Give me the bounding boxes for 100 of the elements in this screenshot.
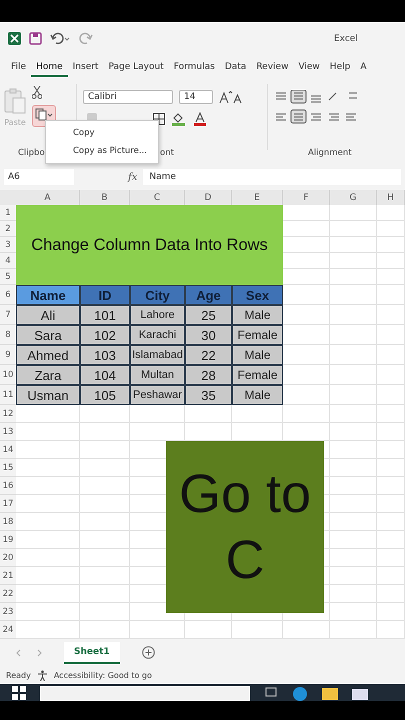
undo-icon[interactable] bbox=[50, 32, 70, 45]
ribbon-tab[interactable]: Page Layout bbox=[103, 58, 169, 76]
task-view-icon[interactable] bbox=[264, 686, 278, 698]
table-cell: Islamabad bbox=[130, 345, 185, 365]
ribbon-tab[interactable]: Help bbox=[324, 58, 356, 76]
clipboard-icon[interactable] bbox=[4, 88, 26, 114]
ribbon-tab[interactable]: Data bbox=[220, 58, 252, 76]
group-label: Clipbo bbox=[18, 148, 45, 158]
table-cell: Female bbox=[232, 365, 283, 385]
sheet-tab[interactable]: Sheet1 bbox=[64, 642, 120, 664]
row-header[interactable]: 21 bbox=[0, 567, 16, 585]
sheet-title: Change Column Data Into Rows bbox=[31, 236, 268, 254]
row-header[interactable]: 3 bbox=[0, 237, 16, 253]
table-cell: 25 bbox=[185, 305, 232, 325]
row-header[interactable]: 23 bbox=[0, 603, 16, 621]
row-header[interactable]: 24 bbox=[0, 621, 16, 639]
group-label: ont bbox=[160, 148, 174, 158]
column-header[interactable]: G bbox=[330, 190, 377, 205]
column-header[interactable]: E bbox=[232, 190, 283, 205]
formula-field[interactable]: Name bbox=[143, 169, 401, 185]
column-header[interactable]: F bbox=[283, 190, 330, 205]
column-header[interactable]: B bbox=[80, 190, 130, 205]
borders-icon[interactable] bbox=[153, 113, 165, 125]
accessibility-status[interactable]: Accessibility: Good to go bbox=[54, 670, 152, 680]
excel-logo-icon bbox=[8, 32, 21, 45]
ribbon-tab[interactable]: Review bbox=[251, 58, 294, 76]
row-header[interactable]: 7 bbox=[0, 305, 16, 325]
ribbon-tab[interactable]: A bbox=[355, 58, 372, 76]
row-header[interactable]: 13 bbox=[0, 423, 16, 441]
table-cell: Zara bbox=[16, 365, 80, 385]
row-header[interactable]: 22 bbox=[0, 585, 16, 603]
row-header[interactable]: 18 bbox=[0, 513, 16, 531]
row-header[interactable]: 14 bbox=[0, 441, 16, 459]
row-header[interactable]: 12 bbox=[0, 405, 16, 423]
name-box[interactable]: A6 bbox=[4, 169, 74, 185]
menu-item[interactable]: Copy as Picture... bbox=[46, 142, 158, 160]
table-cell: Sara bbox=[16, 325, 80, 345]
row-header[interactable]: 4 bbox=[0, 253, 16, 269]
table-cell: 30 bbox=[185, 325, 232, 345]
table-cell: 28 bbox=[185, 365, 232, 385]
table-cell: 101 bbox=[80, 305, 130, 325]
caption-text: Go to bbox=[178, 462, 312, 525]
folder-icon[interactable] bbox=[322, 686, 338, 700]
add-sheet-icon[interactable] bbox=[142, 646, 155, 659]
browser-icon[interactable] bbox=[292, 686, 308, 701]
row-header[interactable]: 5 bbox=[0, 269, 16, 285]
table-cell: Multan bbox=[130, 365, 185, 385]
status-text: Ready bbox=[6, 670, 31, 680]
row-header[interactable]: 2 bbox=[0, 221, 16, 237]
row-header[interactable]: 9 bbox=[0, 345, 16, 365]
table-cell: Ahmed bbox=[16, 345, 80, 365]
column-header[interactable]: D bbox=[185, 190, 232, 205]
fill-color-icon[interactable] bbox=[171, 112, 187, 126]
ribbon-tab[interactable]: Insert bbox=[68, 58, 104, 76]
font-color-icon[interactable] bbox=[193, 112, 207, 126]
table-cell: Usman bbox=[16, 385, 80, 405]
app-title: Excel bbox=[334, 34, 358, 44]
table-cell: 105 bbox=[80, 385, 130, 405]
row-header[interactable]: 1 bbox=[0, 205, 16, 221]
save-icon[interactable] bbox=[29, 32, 42, 45]
column-header[interactable]: C bbox=[130, 190, 185, 205]
menu-item[interactable]: Copy bbox=[46, 124, 158, 142]
table-cell: Female bbox=[232, 325, 283, 345]
row-header[interactable]: 10 bbox=[0, 365, 16, 385]
insert-function-button[interactable]: fx bbox=[128, 172, 138, 182]
row-header[interactable]: 16 bbox=[0, 477, 16, 495]
font-name-field[interactable]: Calibri bbox=[83, 90, 173, 104]
row-header[interactable]: 17 bbox=[0, 495, 16, 513]
ribbon-tab[interactable]: Formulas bbox=[168, 58, 220, 76]
table-cell: Male bbox=[232, 385, 283, 405]
accessibility-icon[interactable] bbox=[36, 670, 48, 680]
font-size-field[interactable]: 14 bbox=[179, 90, 213, 104]
column-header[interactable]: H bbox=[377, 190, 405, 205]
windows-start-icon[interactable] bbox=[12, 686, 26, 700]
taskbar-search-field[interactable] bbox=[40, 686, 250, 701]
group-label: Alignment bbox=[308, 148, 352, 158]
row-header[interactable]: 11 bbox=[0, 385, 16, 405]
table-cell: 104 bbox=[80, 365, 130, 385]
ribbon-tab[interactable]: File bbox=[6, 58, 32, 76]
scissors-icon[interactable] bbox=[32, 86, 42, 99]
table-cell: Peshawar bbox=[130, 385, 185, 405]
row-header[interactable]: 20 bbox=[0, 549, 16, 567]
ribbon-tab[interactable]: View bbox=[293, 58, 325, 76]
table-cell: Male bbox=[232, 305, 283, 325]
caption-text: C bbox=[226, 529, 264, 592]
table-header-cell[interactable]: Name bbox=[16, 285, 80, 305]
row-header[interactable]: 19 bbox=[0, 531, 16, 549]
table-cell: 102 bbox=[80, 325, 130, 345]
row-header[interactable]: 8 bbox=[0, 325, 16, 345]
table-cell: Lahore bbox=[130, 305, 185, 325]
column-header[interactable]: A bbox=[16, 190, 80, 205]
table-cell: 22 bbox=[185, 345, 232, 365]
table-cell: Male bbox=[232, 345, 283, 365]
table-cell: 35 bbox=[185, 385, 232, 405]
table-cell: Karachi bbox=[130, 325, 185, 345]
table-cell: 103 bbox=[80, 345, 130, 365]
ribbon-tab[interactable]: Home bbox=[31, 58, 68, 76]
row-header[interactable]: 15 bbox=[0, 459, 16, 477]
table-cell: Ali bbox=[16, 305, 80, 325]
row-header[interactable]: 6 bbox=[0, 285, 16, 305]
